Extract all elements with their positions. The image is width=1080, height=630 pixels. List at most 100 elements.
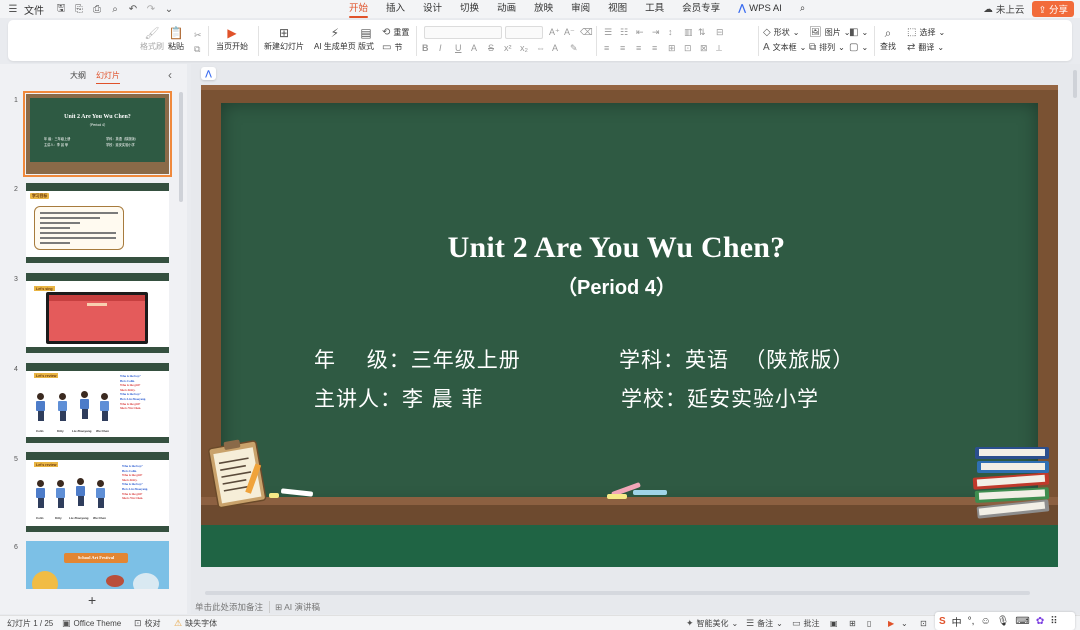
ai-assistant-icon[interactable]: ⋀ xyxy=(201,67,216,80)
paste-button[interactable]: 📋 粘贴 xyxy=(168,26,184,52)
normal-view-icon[interactable]: ▣ xyxy=(830,616,838,630)
print-preview-icon[interactable]: ⌕ xyxy=(108,2,122,16)
export-pdf-icon[interactable]: ⎘ xyxy=(72,2,86,16)
distributed-icon[interactable]: ⊞ xyxy=(668,43,676,54)
tab-slides[interactable]: 幻灯片 xyxy=(96,70,120,84)
tab-design[interactable]: 设计 xyxy=(414,0,451,18)
tab-outline[interactable]: 大纲 xyxy=(70,70,86,81)
share-button[interactable]: ⇪ 分享 xyxy=(1032,1,1074,17)
tab-home[interactable]: 开始 xyxy=(340,0,377,18)
slide-subject[interactable]: 学科：英语 （陕旅版） xyxy=(619,344,854,374)
notes-placeholder[interactable]: 单击此处添加备注 xyxy=(195,601,263,613)
tab-view[interactable]: 视图 xyxy=(599,0,636,18)
save-icon[interactable]: 🖫 xyxy=(54,2,68,16)
subscript-icon[interactable]: x₂ xyxy=(520,43,528,53)
section-button[interactable]: ▭ 节 xyxy=(382,42,402,53)
shadow-icon[interactable]: A xyxy=(471,43,477,53)
justify-icon[interactable]: ≡ xyxy=(652,43,657,53)
numbering-icon[interactable]: ☷ xyxy=(620,27,628,38)
slides-panel-scrollbar[interactable] xyxy=(179,92,183,202)
shape-button[interactable]: ◇ 形状 ⌄ xyxy=(763,27,799,38)
outline-button[interactable]: ▢ ⌄ xyxy=(849,42,868,53)
notes-toggle[interactable]: ☰ 备注 ⌄ xyxy=(746,616,783,630)
chevron-down-icon[interactable]: ⌄ xyxy=(901,616,908,630)
redo-icon[interactable]: ↷ xyxy=(144,2,158,16)
tab-wps-ai[interactable]: ⋀ WPS AI xyxy=(729,0,791,18)
text-effect-icon[interactable]: ⟂ xyxy=(716,43,722,54)
font-size-select[interactable] xyxy=(505,26,543,39)
tab-animations[interactable]: 动画 xyxy=(488,0,525,18)
emoji-icon[interactable]: ☺ xyxy=(980,616,990,627)
decrease-indent-icon[interactable]: ⇤ xyxy=(636,27,644,38)
slide-thumbnail-1[interactable]: Unit 2 Are You Wu Chen? （Period 4） 年 级：三… xyxy=(23,91,172,177)
ai-notes-button[interactable]: ⊞ AI 演讲稿 xyxy=(269,601,320,613)
tab-tools[interactable]: 工具 xyxy=(636,0,673,18)
ai-generate-button[interactable]: ⚡ AI 生成单页 xyxy=(314,26,356,52)
cut-icon[interactable]: ✂ xyxy=(194,30,202,41)
slide-grade[interactable]: 年 级：三年级上册 xyxy=(314,344,521,374)
slide-thumbnail-2[interactable]: 学习目标 xyxy=(26,183,169,263)
proofread-button[interactable]: ⊡ 校对 xyxy=(134,616,161,630)
bullets-icon[interactable]: ☰ xyxy=(604,27,612,38)
superscript-icon[interactable]: x² xyxy=(504,43,512,53)
search-icon[interactable]: ⌕ xyxy=(791,0,814,18)
editor-scrollbar[interactable] xyxy=(1073,70,1077,98)
select-button[interactable]: ⬚ 选择 ⌄ xyxy=(907,27,945,38)
fit-window-icon[interactable]: ⊡ xyxy=(920,616,927,630)
font-color-icon[interactable]: A xyxy=(552,43,558,53)
char-spacing-icon[interactable]: ⇔ xyxy=(536,43,545,53)
tab-transitions[interactable]: 切换 xyxy=(451,0,488,18)
picture-button[interactable]: 🖼 图片 ⌄ xyxy=(809,27,850,38)
slide-speaker[interactable]: 主讲人：李 晨 菲 xyxy=(314,383,483,413)
slide-sorter-icon[interactable]: ⊞ xyxy=(849,616,856,630)
ime-language[interactable]: 中 xyxy=(952,614,962,629)
comments-toggle[interactable]: ▭ 批注 xyxy=(792,616,820,630)
punctuation-icon[interactable]: °, xyxy=(968,616,975,627)
align-right-icon[interactable]: ≡ xyxy=(636,43,641,53)
fill-button[interactable]: ◧ ⌄ xyxy=(849,27,868,38)
align-left-icon[interactable]: ≡ xyxy=(604,43,609,53)
collapse-panel-icon[interactable]: ‹ xyxy=(168,68,172,82)
font-family-select[interactable] xyxy=(424,26,502,39)
print-icon[interactable]: ⎙ xyxy=(90,2,104,16)
text-direction-icon[interactable]: ⇅ xyxy=(698,27,706,38)
reading-view-icon[interactable]: ▯ xyxy=(867,616,871,630)
align-center-icon[interactable]: ≡ xyxy=(620,43,625,53)
play-current-button[interactable]: ▶ 当页开始 xyxy=(216,26,248,52)
format-painter-button[interactable]: 🖌 格式刷 xyxy=(140,26,164,52)
translate-button[interactable]: ⇄ 翻译 ⌄ xyxy=(907,42,944,53)
italic-icon[interactable]: I xyxy=(439,43,442,53)
slide-counter[interactable]: 幻灯片 1 / 25 xyxy=(7,616,53,630)
tab-slideshow[interactable]: 放映 xyxy=(525,0,562,18)
slide-canvas[interactable]: Unit 2 Are You Wu Chen? （Period 4） 年 级：三… xyxy=(201,85,1058,567)
missing-font-button[interactable]: ⚠ 缺失字体 xyxy=(174,616,217,630)
convert-table-icon[interactable]: ⊠ xyxy=(700,43,708,54)
sogou-icon[interactable]: S xyxy=(939,616,946,627)
smart-beautify-button[interactable]: ✦ 智能美化 ⌄ xyxy=(686,616,738,630)
file-menu[interactable]: 文件 xyxy=(24,2,44,17)
strikethrough-icon[interactable]: S xyxy=(488,43,494,53)
line-spacing-icon[interactable]: ↕ xyxy=(668,27,673,37)
underline-icon[interactable]: U xyxy=(455,43,462,53)
undo-icon[interactable]: ↶ xyxy=(126,2,140,16)
copy-icon[interactable]: ⧉ xyxy=(194,44,200,55)
tab-insert[interactable]: 插入 xyxy=(377,0,414,18)
slideshow-icon[interactable]: ▶ xyxy=(888,616,894,630)
slide-horizontal-scrollbar[interactable] xyxy=(205,591,1030,595)
columns-icon[interactable]: ▥ xyxy=(684,27,693,38)
layout-button[interactable]: ▤ 版式 xyxy=(358,26,374,52)
align-text-icon[interactable]: ⊟ xyxy=(716,27,724,38)
reset-button[interactable]: ⟲ 重置 xyxy=(382,27,409,38)
textbox-button[interactable]: A 文本框 ⌄ xyxy=(763,42,806,53)
convert-smartart-icon[interactable]: ⊡ xyxy=(684,43,692,54)
chevron-down-icon[interactable]: ⌄ xyxy=(162,2,176,16)
menu-icon[interactable]: ☰ xyxy=(6,2,20,16)
find-button[interactable]: ⌕ 查找 xyxy=(880,26,896,52)
clear-format-icon[interactable]: ⌫ xyxy=(580,27,593,38)
increase-font-icon[interactable]: A⁺ xyxy=(549,27,560,38)
tab-review[interactable]: 审阅 xyxy=(562,0,599,18)
slide-thumbnail-4[interactable]: Let's review Colin Kitty Liu Zhaoyang Wu… xyxy=(26,363,169,443)
slide-thumbnail-5[interactable]: Let's review Colin Kitty Liu Zhaoyang Wu… xyxy=(26,452,169,532)
skin-icon[interactable]: ✿ xyxy=(1036,616,1044,627)
slide-title[interactable]: Unit 2 Are You Wu Chen? xyxy=(201,231,1032,265)
